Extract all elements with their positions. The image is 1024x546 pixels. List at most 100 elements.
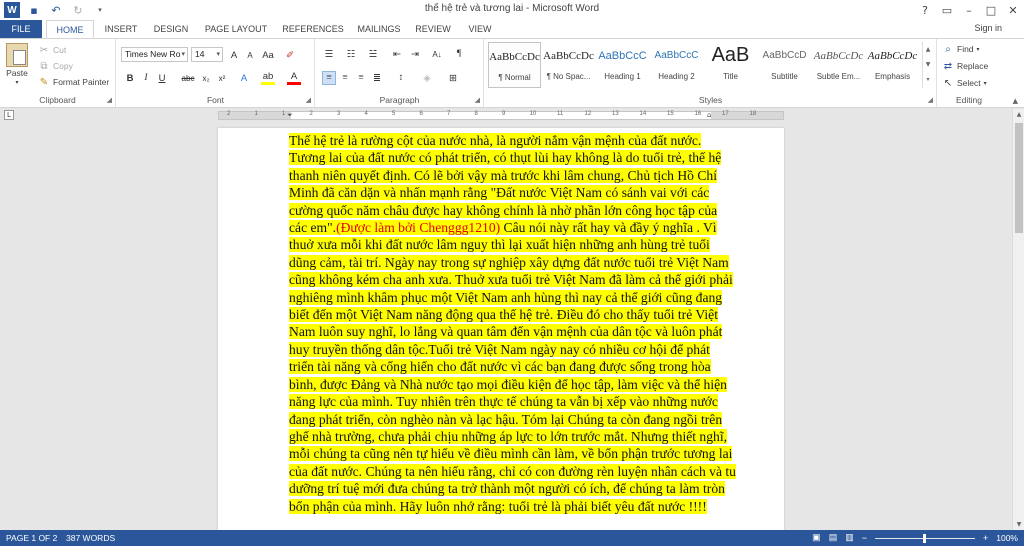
strikethrough-button[interactable]: abc	[179, 71, 197, 85]
cut-label: Cut	[53, 45, 67, 55]
style-subtle-emphasis[interactable]: AaBbCcDc Subtle Em...	[812, 42, 865, 88]
document-page[interactable]: Thế hệ trẻ là rường cột của nước nhà, là…	[218, 128, 784, 530]
scroll-down-icon[interactable]: ▼	[1013, 519, 1024, 530]
style-name: Title	[723, 72, 738, 81]
find-button[interactable]: ⌕ Find ▾	[942, 43, 979, 55]
tab-references[interactable]: REFERENCES	[278, 20, 348, 38]
proofing-icon[interactable]: ▣	[812, 532, 821, 543]
numbering-icon[interactable]: ☷	[344, 47, 358, 61]
justify-icon[interactable]: ≣	[370, 71, 384, 85]
close-icon[interactable]: ✕	[1002, 0, 1024, 20]
zoom-out-icon[interactable]: −	[862, 533, 867, 543]
shading-icon[interactable]: ◈	[420, 71, 434, 85]
style-name: Emphasis	[874, 72, 911, 81]
style-sample: AaBbCcC	[598, 50, 647, 62]
right-indent-marker-icon[interactable]: ⌂	[707, 111, 711, 119]
style-heading-1[interactable]: AaBbCcC Heading 1	[596, 42, 649, 88]
tab-page-layout[interactable]: PAGE LAYOUT	[200, 20, 272, 38]
style-emphasis[interactable]: AaBbCcDc Emphasis	[866, 42, 919, 88]
styles-group-label: Styles	[698, 95, 723, 105]
font-name-combo[interactable]: Times New Ro ▾	[121, 47, 188, 62]
show-formatting-icon[interactable]: ¶	[452, 47, 466, 61]
tab-view[interactable]: VIEW	[460, 20, 500, 38]
font-size-combo[interactable]: 14 ▾	[191, 47, 223, 62]
read-mode-icon[interactable]: ▤	[829, 532, 838, 543]
select-button[interactable]: ↖ Select ▾	[942, 77, 987, 89]
paragraph-launcher-icon[interactable]: ◢	[475, 96, 480, 104]
align-center-icon[interactable]: ≡	[338, 71, 352, 85]
bold-button[interactable]: B	[123, 71, 137, 85]
bullets-icon[interactable]: ☰	[322, 47, 336, 61]
editing-group-label: Editing	[956, 95, 982, 105]
vertical-scrollbar[interactable]: ▲ ▼	[1012, 109, 1024, 530]
line-spacing-icon[interactable]: ↕	[394, 71, 408, 85]
copy-icon: ⧉	[40, 60, 48, 72]
sign-in-link[interactable]: Sign in	[974, 23, 1002, 33]
tab-home[interactable]: HOME	[46, 20, 94, 38]
search-icon: ⌕	[945, 43, 951, 55]
zoom-slider[interactable]	[874, 533, 975, 543]
superscript-button[interactable]: x²	[215, 71, 229, 85]
tab-file[interactable]: FILE	[0, 20, 42, 38]
text-effects-icon[interactable]: A	[237, 71, 251, 85]
format-painter-button[interactable]: ✎ Format Painter	[38, 76, 109, 88]
styles-launcher-icon[interactable]: ◢	[928, 96, 933, 104]
font-size-value: 14	[195, 49, 205, 59]
multilevel-list-icon[interactable]: ☱	[366, 47, 380, 61]
style-no-spacing[interactable]: AaBbCcDc ¶ No Spac...	[542, 42, 595, 88]
grow-font-button[interactable]: A	[227, 48, 241, 62]
tab-review[interactable]: REVIEW	[410, 20, 456, 38]
chevron-down-icon: ▾	[983, 80, 987, 87]
window-controls: ? ▭ – □ ✕	[914, 0, 1024, 20]
align-right-icon[interactable]: ≡	[354, 71, 368, 85]
borders-icon[interactable]: ⊞	[446, 71, 460, 85]
status-right: ▣ ▤ ▥ − + 100%	[812, 532, 1018, 543]
replace-label: Replace	[957, 61, 989, 71]
shrink-font-button[interactable]: A	[243, 48, 257, 62]
select-label: Select	[957, 78, 981, 88]
underline-button[interactable]: U	[155, 71, 169, 85]
minimize-icon[interactable]: –	[958, 0, 980, 20]
indent-marker-icon[interactable]: ⏷	[287, 111, 293, 120]
align-left-icon[interactable]: ≡	[322, 71, 336, 85]
replace-button[interactable]: ⇄ Replace	[942, 60, 988, 72]
style-heading-2[interactable]: AaBbCcC Heading 2	[650, 42, 703, 88]
italic-button[interactable]: I	[139, 71, 153, 85]
page-count[interactable]: PAGE 1 OF 2	[6, 533, 57, 543]
subscript-button[interactable]: x₂	[199, 71, 213, 85]
scroll-up-icon[interactable]: ▲	[1013, 109, 1024, 120]
change-case-button[interactable]: Aa	[261, 48, 275, 62]
font-color-icon[interactable]: A	[287, 71, 301, 85]
tab-insert[interactable]: INSERT	[98, 20, 144, 38]
document-body[interactable]: Thế hệ trẻ là rường cột của nước nhà, là…	[289, 132, 737, 515]
word-count[interactable]: 387 WORDS	[66, 533, 115, 543]
clipboard-launcher-icon[interactable]: ◢	[107, 96, 112, 104]
style-subtitle[interactable]: AaBbCcD Subtitle	[758, 42, 811, 88]
tab-design[interactable]: DESIGN	[148, 20, 194, 38]
font-launcher-icon[interactable]: ◢	[306, 96, 311, 104]
collapse-ribbon-icon[interactable]: ▲	[1013, 97, 1018, 105]
zoom-level[interactable]: 100%	[996, 533, 1018, 543]
maximize-icon[interactable]: □	[980, 0, 1002, 20]
style-normal[interactable]: AaBbCcDc ¶ Normal	[488, 42, 541, 88]
ruler-tick-label: 8	[474, 111, 478, 117]
help-icon[interactable]: ?	[914, 0, 936, 20]
zoom-slider-thumb[interactable]	[922, 533, 926, 543]
cut-button[interactable]: ✂ Cut	[38, 44, 66, 56]
tab-selector-icon[interactable]: L	[4, 110, 14, 120]
sort-icon[interactable]: A↓	[430, 47, 444, 61]
ribbon-display-options-icon[interactable]: ▭	[936, 0, 958, 20]
styles-scroll[interactable]: ▲ ▼ ▾	[922, 42, 933, 88]
increase-indent-icon[interactable]: ⇥	[408, 47, 422, 61]
zoom-in-icon[interactable]: +	[983, 533, 988, 543]
copy-button[interactable]: ⧉ Copy	[38, 60, 72, 72]
highlight-color-icon[interactable]: ab	[261, 71, 275, 85]
clear-formatting-icon[interactable]: ✐	[283, 48, 297, 62]
style-title[interactable]: AaB Title	[704, 42, 757, 88]
print-layout-icon[interactable]: ▥	[845, 532, 854, 543]
decrease-indent-icon[interactable]: ⇤	[390, 47, 404, 61]
paste-button[interactable]: Paste ▾	[6, 43, 28, 86]
tab-mailings[interactable]: MAILINGS	[352, 20, 406, 38]
scroll-thumb[interactable]	[1015, 123, 1023, 233]
horizontal-ruler[interactable]: 2 1 1 2 3 4 5 6 7 8 9 10 11 12 13 14 15 16 17 18 ⏷ ⌂	[218, 111, 784, 120]
